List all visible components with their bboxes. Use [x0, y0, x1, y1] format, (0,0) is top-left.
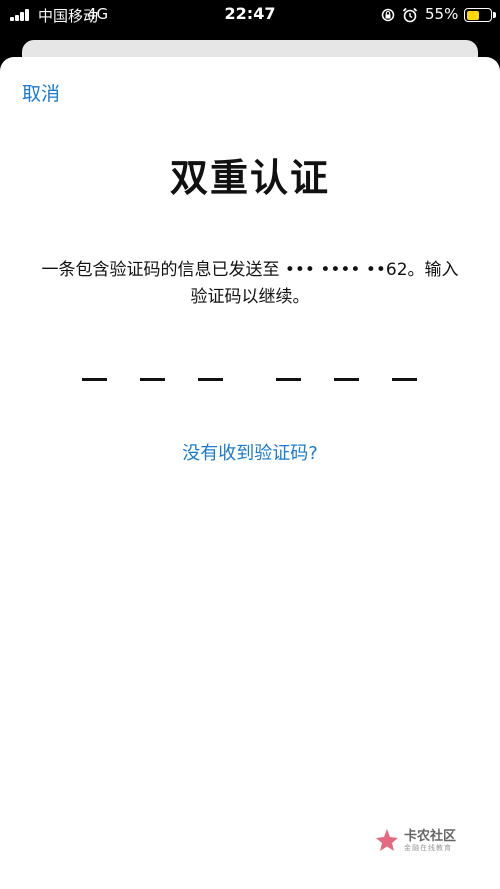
two-factor-sheet: 取消 双重认证 一条包含验证码的信息已发送至 ••• •••• ••62。输入 … — [0, 57, 500, 889]
code-digit-slot — [276, 378, 301, 381]
verification-message: 一条包含验证码的信息已发送至 ••• •••• ••62。输入 验证码以继续。 — [0, 257, 500, 311]
watermark-name: 卡农社区 — [404, 829, 457, 844]
code-digit-slot — [392, 378, 417, 381]
battery-icon — [464, 8, 492, 22]
code-digit-slot — [82, 378, 107, 381]
verification-message-line: 一条包含验证码的信息已发送至 ••• •••• ••62。输入 — [41, 260, 459, 280]
screen: 中国移动 4G 22:47 55% 取消 双重认证 一条包含验证码的信息已发送至… — [0, 0, 500, 889]
status-bar: 中国移动 4G 22:47 55% — [0, 0, 500, 30]
lock-rotation-icon — [381, 8, 395, 22]
code-digit-slot — [334, 378, 359, 381]
battery-level-fill — [466, 10, 479, 20]
verification-message-line: 验证码以继续。 — [190, 287, 310, 307]
page-title: 双重认证 — [169, 156, 330, 200]
code-digit-slot — [140, 378, 165, 381]
alarm-icon — [402, 7, 418, 23]
watermark-subtitle: 金融在线教育 — [404, 844, 452, 852]
verification-code-input[interactable] — [0, 372, 500, 392]
resend-code-link[interactable]: 没有收到验证码? — [0, 439, 500, 465]
code-digit-slot — [198, 378, 223, 381]
battery-cap — [493, 12, 496, 18]
watermark-logo-icon — [376, 829, 398, 851]
watermark: 卡农社区 金融在线教育 — [372, 822, 492, 862]
cancel-button[interactable]: 取消 — [22, 79, 60, 106]
battery-percent: 55% — [425, 5, 459, 23]
